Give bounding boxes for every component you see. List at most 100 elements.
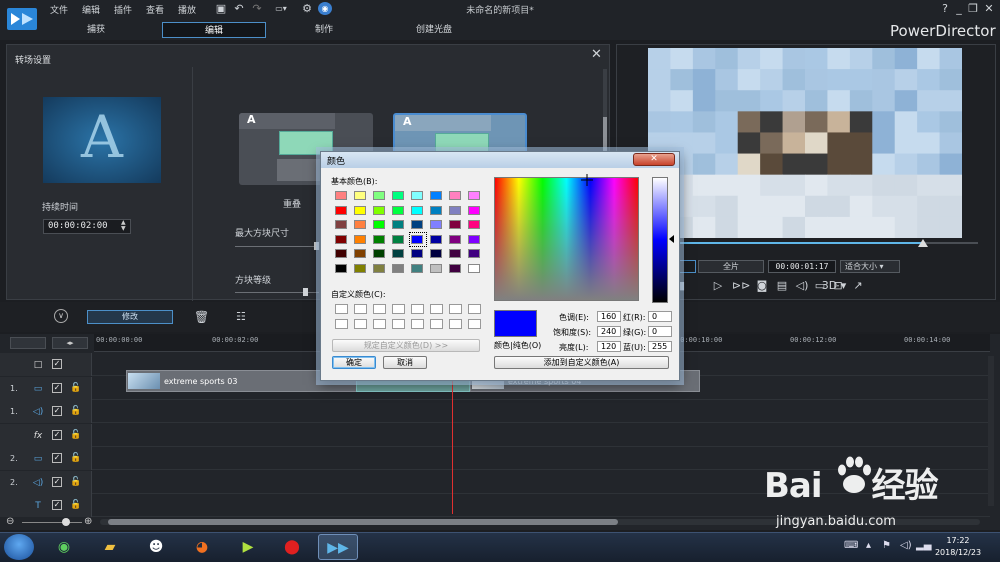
modify-button[interactable]: 修改	[87, 310, 173, 324]
custom-color-swatch[interactable]	[354, 304, 367, 314]
basic-color-swatch[interactable]	[354, 220, 366, 229]
basic-color-swatch[interactable]	[449, 234, 461, 244]
taskbar-app-green-icon[interactable]: ◉	[44, 534, 84, 560]
help-icon[interactable]: ?	[938, 2, 952, 15]
undo-icon[interactable]: ↶	[232, 2, 246, 15]
trash-icon[interactable]: 🗑	[194, 310, 209, 324]
close-panel-icon[interactable]: ✕	[591, 47, 602, 62]
timeline-track-row[interactable]	[0, 400, 990, 423]
basic-color-swatch[interactable]	[449, 249, 461, 258]
basic-color-swatch[interactable]	[392, 220, 404, 229]
duration-spinner-icon[interactable]: ▲ ▼	[121, 220, 130, 233]
basic-color-swatch[interactable]	[335, 205, 347, 215]
basic-color-swatch[interactable]	[373, 234, 385, 244]
custom-color-swatch[interactable]	[411, 319, 424, 329]
custom-color-swatch[interactable]	[373, 319, 386, 329]
tray-expand-icon[interactable]: ▴	[866, 540, 871, 551]
volume-icon[interactable]: ◁)	[794, 278, 810, 294]
zoom-slider-knob[interactable]	[62, 518, 70, 526]
play-icon[interactable]: ▷	[710, 278, 726, 294]
menu-edit[interactable]: 编辑	[82, 3, 100, 16]
basic-color-swatch[interactable]	[373, 249, 385, 258]
basic-color-swatch[interactable]	[468, 205, 480, 215]
basic-color-swatch[interactable]	[335, 249, 347, 258]
custom-color-swatch[interactable]	[354, 319, 367, 329]
basic-color-swatch[interactable]	[373, 220, 385, 229]
fit-size-select[interactable]: 适合大小 ▾	[840, 260, 900, 273]
zoom-out-icon[interactable]: ⊖	[6, 516, 14, 527]
basic-color-swatch[interactable]	[373, 191, 385, 200]
basic-color-swatch[interactable]	[411, 191, 423, 200]
tray-volume-icon[interactable]: ◁)	[900, 540, 912, 551]
menu-play[interactable]: 播放	[178, 3, 196, 16]
track-lock-icon[interactable]: 🔓	[70, 430, 81, 440]
track-enable-checkbox[interactable]: ✓	[52, 359, 62, 369]
blue-input[interactable]: 255	[648, 341, 672, 352]
custom-color-swatch[interactable]	[468, 319, 481, 329]
tab-capture[interactable]: 捕获	[44, 22, 148, 38]
basic-color-swatch[interactable]	[354, 205, 366, 215]
max-block-size-slider[interactable]	[235, 246, 319, 247]
track-enable-checkbox[interactable]: ✓	[52, 476, 62, 487]
clock-date[interactable]: 2018/12/23	[930, 548, 986, 557]
basic-color-swatch[interactable]	[430, 220, 442, 229]
custom-color-swatch[interactable]	[449, 304, 462, 314]
basic-color-swatch[interactable]	[392, 263, 404, 273]
preview-timecode[interactable]: 00:00:01:17	[768, 260, 836, 273]
basic-color-swatch[interactable]	[392, 191, 404, 200]
track-enable-checkbox[interactable]: ✓	[52, 382, 62, 393]
basic-color-swatch[interactable]	[335, 234, 347, 244]
redo-icon[interactable]: ↷	[250, 2, 264, 15]
custom-color-swatch[interactable]	[335, 319, 348, 329]
track-lock-icon[interactable]: 🔓	[70, 453, 81, 463]
tab-edit[interactable]: 编辑	[162, 22, 266, 38]
green-input[interactable]: 0	[648, 326, 672, 337]
basic-color-swatch[interactable]	[449, 263, 461, 273]
basic-color-swatch[interactable]	[468, 220, 480, 229]
basic-color-swatch[interactable]	[468, 249, 480, 258]
basic-color-swatch[interactable]	[392, 234, 404, 244]
preview-progress-knob[interactable]	[918, 239, 928, 247]
subtitle-icon[interactable]: ▤	[774, 278, 790, 294]
timeline-vertical-scrollbar[interactable]	[988, 356, 994, 506]
track-enable-checkbox[interactable]: ✓	[52, 500, 62, 510]
custom-color-swatch[interactable]	[430, 304, 443, 314]
tray-keyboard-icon[interactable]: ⌨	[844, 540, 858, 551]
basic-color-swatch[interactable]	[430, 234, 442, 244]
dialog-titlebar[interactable]	[321, 152, 679, 168]
luminance-bar[interactable]	[652, 177, 668, 303]
basic-color-swatch[interactable]	[354, 249, 366, 258]
save-icon[interactable]: ▣	[214, 2, 228, 15]
track-lock-icon[interactable]: 🔓	[70, 383, 81, 393]
track-enable-checkbox[interactable]: ✓	[52, 453, 62, 463]
undock-icon[interactable]: ↗	[850, 278, 866, 294]
basic-color-swatch[interactable]	[354, 263, 366, 273]
custom-color-swatch[interactable]	[373, 304, 386, 314]
start-button-icon[interactable]	[4, 534, 34, 560]
tray-security-icon[interactable]: ⚑	[882, 540, 891, 551]
basic-color-swatch[interactable]	[411, 205, 423, 215]
basic-color-swatch[interactable]	[373, 205, 385, 215]
settings-gear-icon[interactable]: ⚙	[300, 2, 314, 15]
custom-color-swatch[interactable]	[411, 304, 424, 314]
taskbar-folder-icon[interactable]: ▰	[90, 534, 130, 560]
custom-color-swatch[interactable]	[449, 319, 462, 329]
ok-button[interactable]: 确定	[332, 356, 376, 369]
saturation-input[interactable]: 240	[597, 326, 621, 337]
menu-view[interactable]: 查看	[146, 3, 164, 16]
luminance-input[interactable]: 120	[597, 341, 621, 352]
basic-color-swatch[interactable]	[430, 263, 442, 273]
basic-color-swatch[interactable]	[411, 234, 423, 244]
taskbar-firefox-icon[interactable]: ◕	[182, 534, 222, 560]
basic-color-swatch[interactable]	[430, 205, 442, 215]
custom-color-swatch[interactable]	[335, 304, 348, 314]
add-to-custom-colors-button[interactable]: 添加到自定义颜色(A)	[494, 356, 669, 369]
menu-plugins[interactable]: 插件	[114, 3, 132, 16]
basic-color-swatch[interactable]	[335, 220, 347, 229]
basic-color-swatch[interactable]	[411, 249, 423, 258]
aspect-ratio-icon[interactable]: ▭▾	[270, 2, 292, 15]
luminance-arrow-icon[interactable]	[669, 235, 674, 243]
color-spectrum[interactable]	[494, 177, 639, 301]
define-custom-colors-button[interactable]: 规定自定义颜色(D) >>	[332, 339, 480, 352]
basic-color-swatch[interactable]	[392, 249, 404, 258]
